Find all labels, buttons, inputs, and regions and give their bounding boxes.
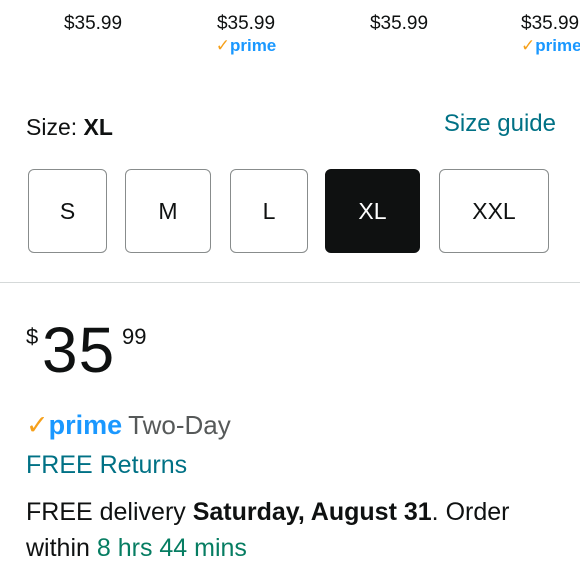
size-label-text: Size: <box>26 114 84 140</box>
size-button-xxl[interactable]: XXL <box>439 169 549 253</box>
delivery-message: FREE delivery Saturday, August 31. Order… <box>26 494 566 566</box>
variant-price-strip: $35.99 $35.99 ✓prime $35.99 $35.99 ✓prim… <box>0 12 580 72</box>
size-label: Size: XL <box>26 114 113 141</box>
variant-price: $35.99 <box>521 13 580 34</box>
prime-badge-label: prime <box>229 36 277 55</box>
price-currency-symbol: $ <box>26 324 39 349</box>
free-returns-link[interactable]: FREE Returns <box>26 451 187 480</box>
prime-delivery-line: ✓ prime Two-Day <box>26 410 231 442</box>
size-button-xl[interactable]: XL <box>325 169 420 253</box>
variant-item[interactable]: $35.99 ✓prime <box>213 12 279 56</box>
size-button-l[interactable]: L <box>230 169 308 253</box>
size-selector: S M L XL XXL <box>28 169 568 253</box>
variant-price: $35.99 <box>216 13 276 34</box>
variant-price: $35.99 <box>63 13 123 34</box>
prime-badge-label: prime <box>535 36 580 55</box>
prime-logo: prime <box>48 410 123 440</box>
size-button-s[interactable]: S <box>28 169 107 253</box>
prime-check-icon: ✓ <box>26 410 49 440</box>
prime-check-icon: ✓ <box>521 36 536 55</box>
section-divider <box>0 282 580 283</box>
product-detail-page: $35.99 $35.99 ✓prime $35.99 $35.99 ✓prim… <box>0 0 580 580</box>
price-whole: 35 <box>42 314 116 386</box>
prime-check-icon: ✓ <box>215 36 230 55</box>
variant-item[interactable]: $35.99 <box>366 12 432 36</box>
price-fraction: 99 <box>122 324 147 349</box>
variant-item[interactable]: $35.99 <box>60 12 126 36</box>
prime-badge: ✓prime <box>521 36 580 56</box>
prime-speed-label: Two-Day <box>128 410 231 440</box>
variant-item[interactable]: $35.99 ✓prime <box>521 12 580 56</box>
size-button-m[interactable]: M <box>125 169 211 253</box>
selected-size-value: XL <box>83 114 113 140</box>
delivery-prefix: FREE delivery <box>26 498 193 526</box>
size-guide-link[interactable]: Size guide <box>444 110 556 138</box>
size-header: Size: XL Size guide <box>26 110 556 144</box>
prime-badge: ✓prime <box>213 36 279 56</box>
delivery-countdown: 8 hrs 44 mins <box>96 534 247 562</box>
variant-price: $35.99 <box>369 13 429 34</box>
delivery-date: Saturday, August 31 <box>192 498 432 526</box>
